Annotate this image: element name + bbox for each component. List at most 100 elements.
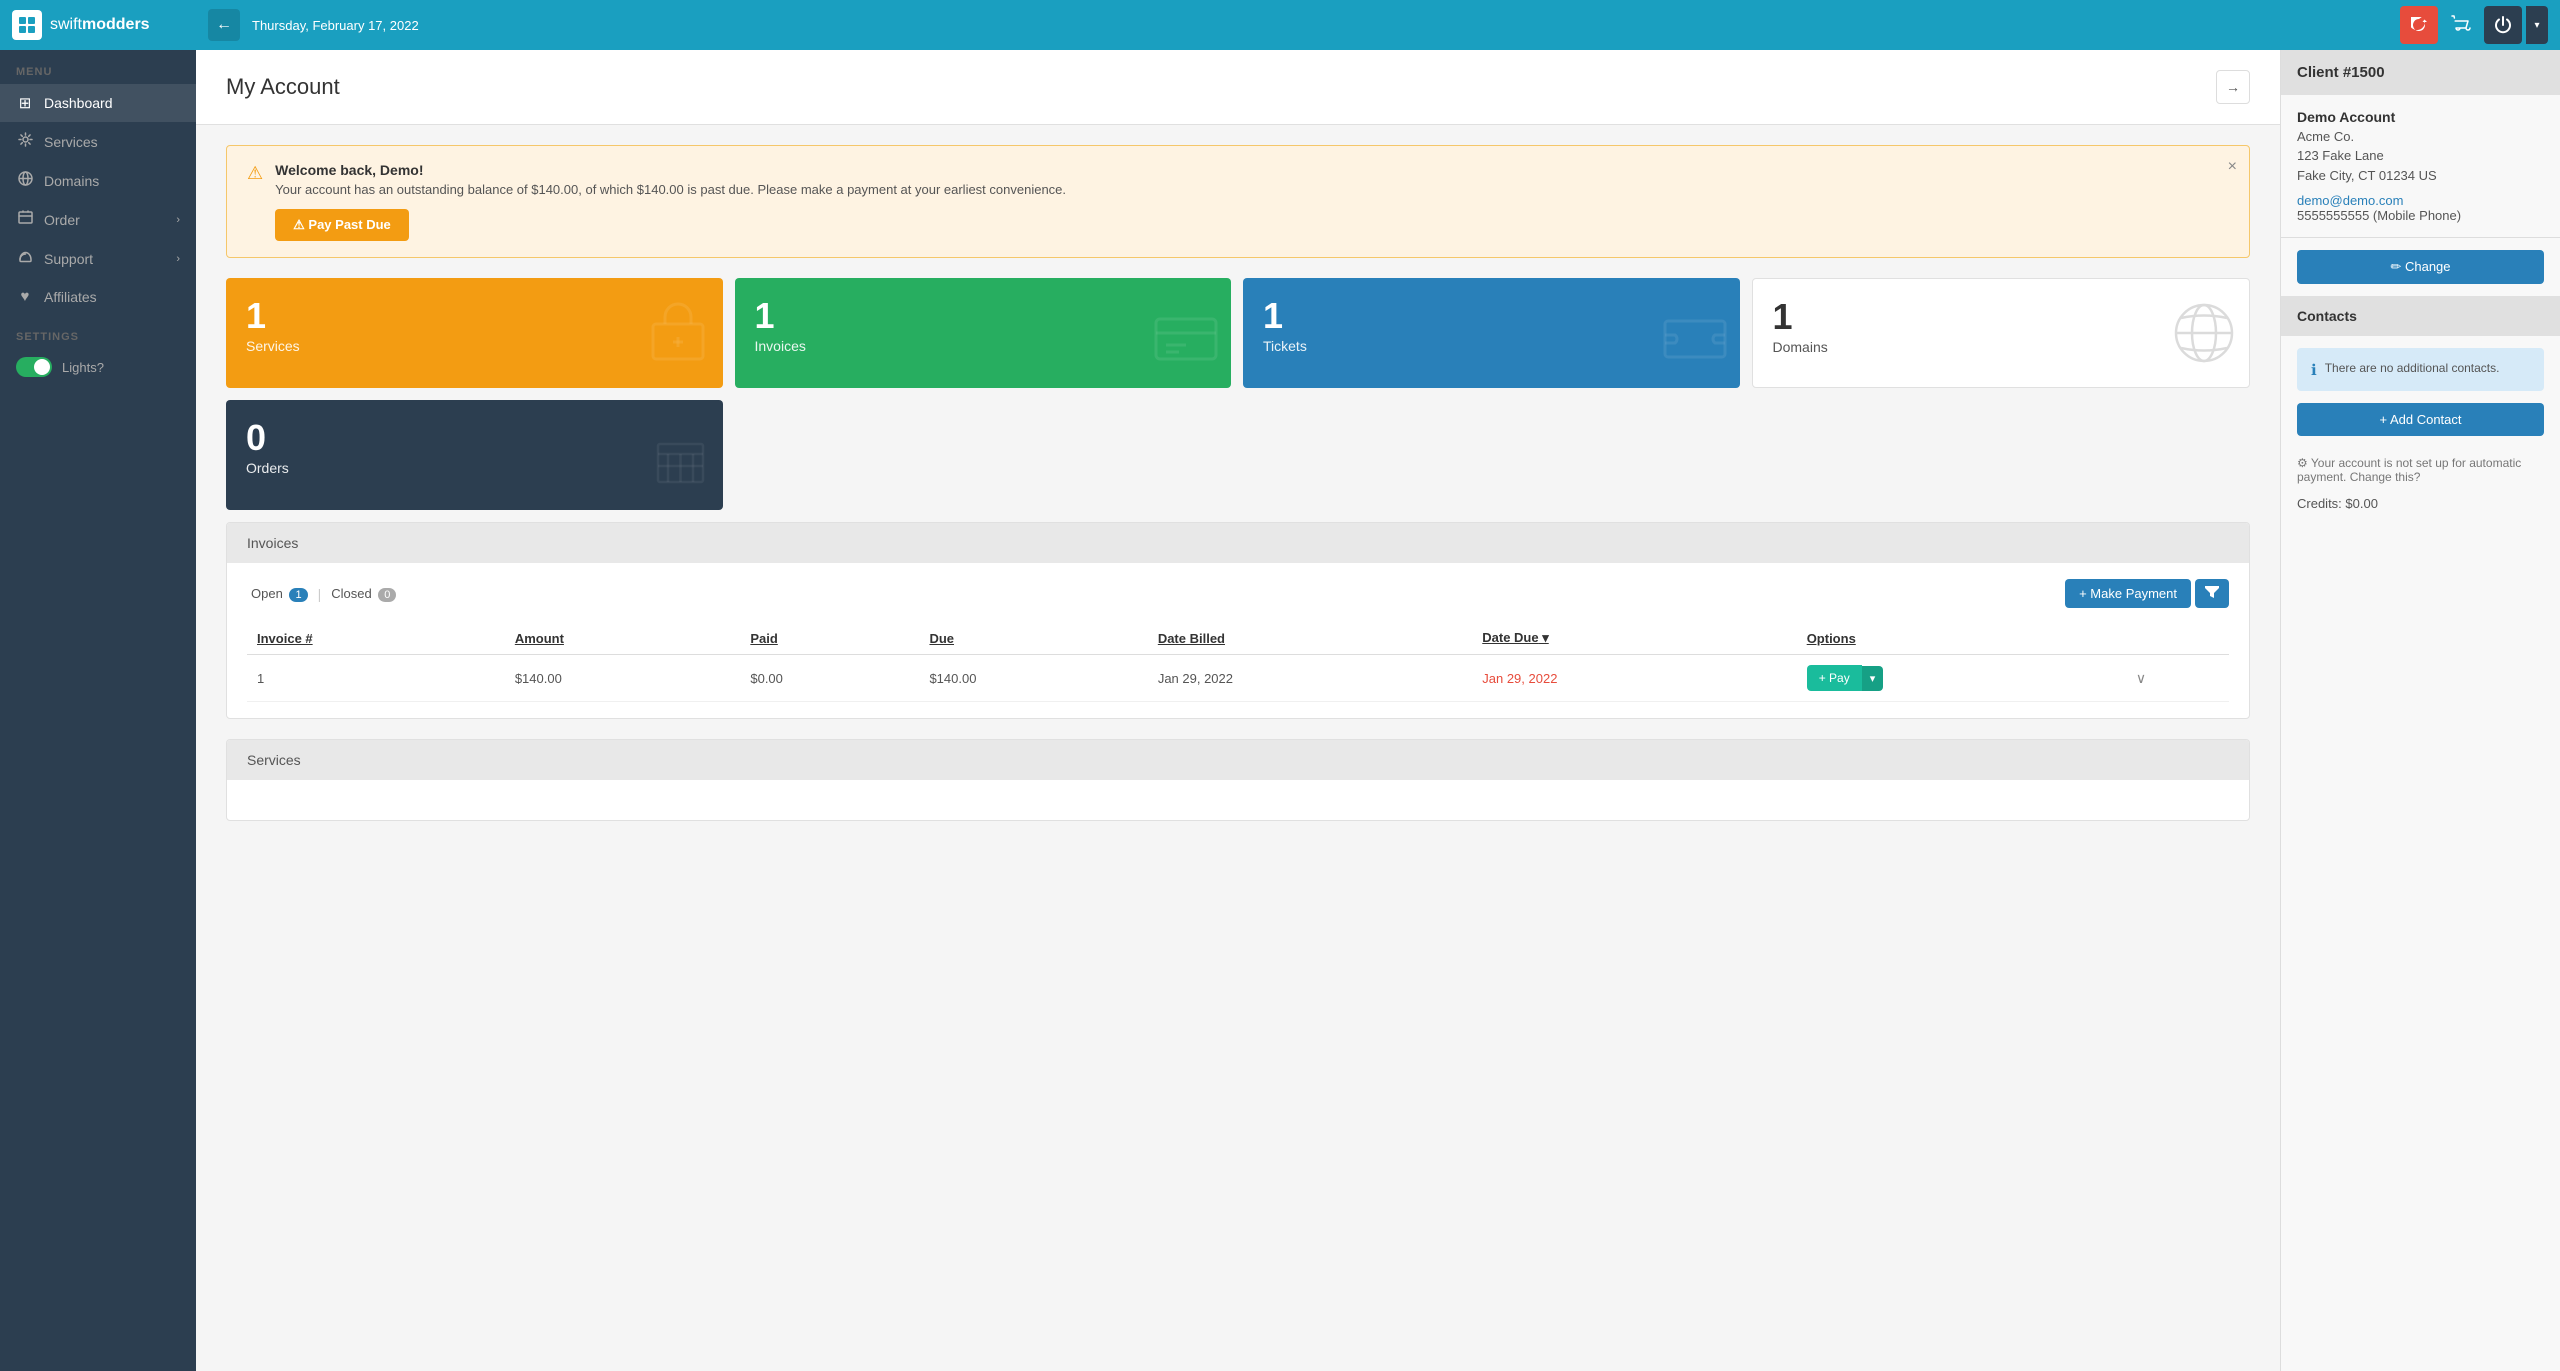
page-arrow-button[interactable]: → bbox=[2216, 70, 2250, 104]
client-company: Acme Co. bbox=[2297, 129, 2544, 144]
right-panel: Client #1500 Demo Account Acme Co. 123 F… bbox=[2280, 50, 2560, 1371]
power-button[interactable] bbox=[2484, 6, 2522, 44]
domains-bg-icon bbox=[2169, 298, 2239, 382]
contacts-info-box: ℹ There are no additional contacts. bbox=[2297, 348, 2544, 391]
invoice-num: 1 bbox=[247, 655, 505, 702]
support-arrow: › bbox=[176, 253, 180, 265]
lights-label: Lights? bbox=[62, 360, 104, 375]
col-invoice-num: Invoice # bbox=[247, 622, 505, 655]
orders-count: 0 bbox=[246, 420, 703, 456]
filter-button[interactable] bbox=[2195, 579, 2229, 608]
stat-invoices[interactable]: 1 Invoices bbox=[735, 278, 1232, 388]
sidebar-item-dashboard[interactable]: ⊞ Dashboard bbox=[0, 84, 196, 122]
expand-row-button[interactable]: ∨ bbox=[2136, 670, 2146, 687]
tickets-label: Tickets bbox=[1263, 338, 1720, 354]
sidebar-item-domains[interactable]: Domains bbox=[0, 161, 196, 200]
col-amount: Amount bbox=[505, 622, 741, 655]
services-icon bbox=[16, 132, 34, 151]
settings-label: SETTINGS bbox=[0, 315, 196, 349]
orders-bg-icon bbox=[648, 426, 713, 505]
make-payment-button[interactable]: + Make Payment bbox=[2065, 579, 2191, 608]
domains-label: Domains bbox=[1773, 339, 2230, 355]
logo: swiftmodders bbox=[12, 10, 208, 40]
sidebar-item-label: Support bbox=[44, 251, 93, 267]
invoice-amount: $140.00 bbox=[505, 655, 741, 702]
refresh-button[interactable] bbox=[2400, 6, 2438, 44]
invoices-section-body: Open 1 | Closed 0 + Make Payment bbox=[227, 563, 2249, 718]
client-phone: 5555555555 (Mobile Phone) bbox=[2297, 208, 2544, 223]
table-row: 1 $140.00 $0.00 $140.00 Jan 29, 2022 Jan… bbox=[247, 655, 2229, 702]
services-label: Services bbox=[246, 338, 703, 354]
col-date-due[interactable]: Date Due ▾ bbox=[1472, 622, 1796, 655]
col-date-billed: Date Billed bbox=[1148, 622, 1472, 655]
page-header: My Account → bbox=[196, 50, 2280, 125]
invoices-count: 1 bbox=[755, 298, 1212, 334]
alert-close-button[interactable]: × bbox=[2228, 158, 2237, 176]
cart-button[interactable] bbox=[2442, 6, 2480, 44]
main-content: My Account → × ⚠ Welcome back, Demo! You… bbox=[196, 50, 2280, 1371]
back-button[interactable]: ← bbox=[208, 9, 240, 41]
contacts-header: Contacts bbox=[2281, 296, 2560, 336]
tickets-bg-icon bbox=[1660, 309, 1730, 383]
affiliates-icon: ♥ bbox=[16, 288, 34, 305]
support-icon bbox=[16, 249, 34, 268]
change-button[interactable]: ✏ Change bbox=[2297, 250, 2544, 284]
client-header: Client #1500 bbox=[2281, 50, 2560, 95]
lights-toggle[interactable] bbox=[16, 357, 52, 377]
invoice-options: + Pay ▾ bbox=[1797, 655, 2126, 702]
services-bg-icon bbox=[643, 299, 713, 383]
power-dropdown[interactable]: ▾ bbox=[2526, 6, 2548, 44]
page-title: My Account bbox=[226, 74, 340, 100]
invoices-section-header: Invoices bbox=[227, 523, 2249, 563]
content-area: × ⚠ Welcome back, Demo! Your account has… bbox=[196, 125, 2280, 1371]
invoice-expand[interactable]: ∨ bbox=[2126, 655, 2229, 702]
services-section: Services bbox=[226, 739, 2250, 821]
sidebar-item-support[interactable]: Support › bbox=[0, 239, 196, 278]
invoice-tabs: Open 1 | Closed 0 + Make Payment bbox=[247, 579, 2229, 608]
sidebar-item-order[interactable]: Order › bbox=[0, 200, 196, 239]
sidebar-item-label: Affiliates bbox=[44, 289, 97, 305]
client-address: 123 Fake Lane Fake City, CT 01234 US bbox=[2297, 146, 2544, 185]
invoice-paid: $0.00 bbox=[740, 655, 919, 702]
brand-name: swiftmodders bbox=[50, 16, 150, 34]
invoice-date-due: Jan 29, 2022 bbox=[1472, 655, 1796, 702]
lights-setting: Lights? bbox=[0, 349, 196, 385]
client-name: Demo Account bbox=[2297, 109, 2544, 125]
closed-badge: 0 bbox=[378, 588, 396, 602]
invoice-date-billed: Jan 29, 2022 bbox=[1148, 655, 1472, 702]
pay-past-due-button[interactable]: ⚠ Pay Past Due bbox=[275, 209, 409, 241]
info-icon: ℹ bbox=[2311, 361, 2317, 379]
col-due: Due bbox=[919, 622, 1147, 655]
stats-row-1: 1 Services 1 Invoices 1 Tickets bbox=[226, 278, 2250, 388]
invoice-due: $140.00 bbox=[919, 655, 1147, 702]
sidebar-item-services[interactable]: Services bbox=[0, 122, 196, 161]
sidebar: MENU ⊞ Dashboard Services Domains Order … bbox=[0, 50, 196, 1371]
tab-open[interactable]: Open 1 bbox=[247, 586, 312, 601]
dashboard-icon: ⊞ bbox=[16, 94, 34, 112]
pay-invoice-button[interactable]: + Pay bbox=[1807, 665, 1862, 691]
client-info: Demo Account Acme Co. 123 Fake Lane Fake… bbox=[2281, 95, 2560, 238]
autopay-text: ⚙ Your account is not set up for automat… bbox=[2281, 448, 2560, 492]
invoice-table: Invoice # Amount Paid Due Date Billed Da… bbox=[247, 622, 2229, 702]
alert-icon: ⚠ bbox=[247, 163, 263, 184]
add-contact-button[interactable]: + Add Contact bbox=[2297, 403, 2544, 436]
autopay-info-icon: ⚙ bbox=[2297, 456, 2308, 470]
col-paid: Paid bbox=[740, 622, 919, 655]
tab-closed[interactable]: Closed 0 bbox=[327, 586, 400, 601]
stats-row-2: 0 Orders bbox=[226, 400, 2250, 510]
topbar-date: Thursday, February 17, 2022 bbox=[252, 18, 419, 33]
alert-title: Welcome back, Demo! bbox=[275, 162, 1066, 178]
sidebar-item-label: Dashboard bbox=[44, 95, 113, 111]
sidebar-item-label: Order bbox=[44, 212, 80, 228]
client-email[interactable]: demo@demo.com bbox=[2297, 193, 2544, 208]
sidebar-item-affiliates[interactable]: ♥ Affiliates bbox=[0, 278, 196, 315]
stat-domains[interactable]: 1 Domains bbox=[1752, 278, 2251, 388]
stat-tickets[interactable]: 1 Tickets bbox=[1243, 278, 1740, 388]
pay-dropdown-button[interactable]: ▾ bbox=[1862, 666, 1884, 691]
domains-count: 1 bbox=[1773, 299, 2230, 335]
credits-text: Credits: $0.00 bbox=[2281, 492, 2560, 527]
invoices-label: Invoices bbox=[755, 338, 1212, 354]
stat-services[interactable]: 1 Services bbox=[226, 278, 723, 388]
col-options: Options bbox=[1797, 622, 2126, 655]
stat-orders[interactable]: 0 Orders bbox=[226, 400, 723, 510]
